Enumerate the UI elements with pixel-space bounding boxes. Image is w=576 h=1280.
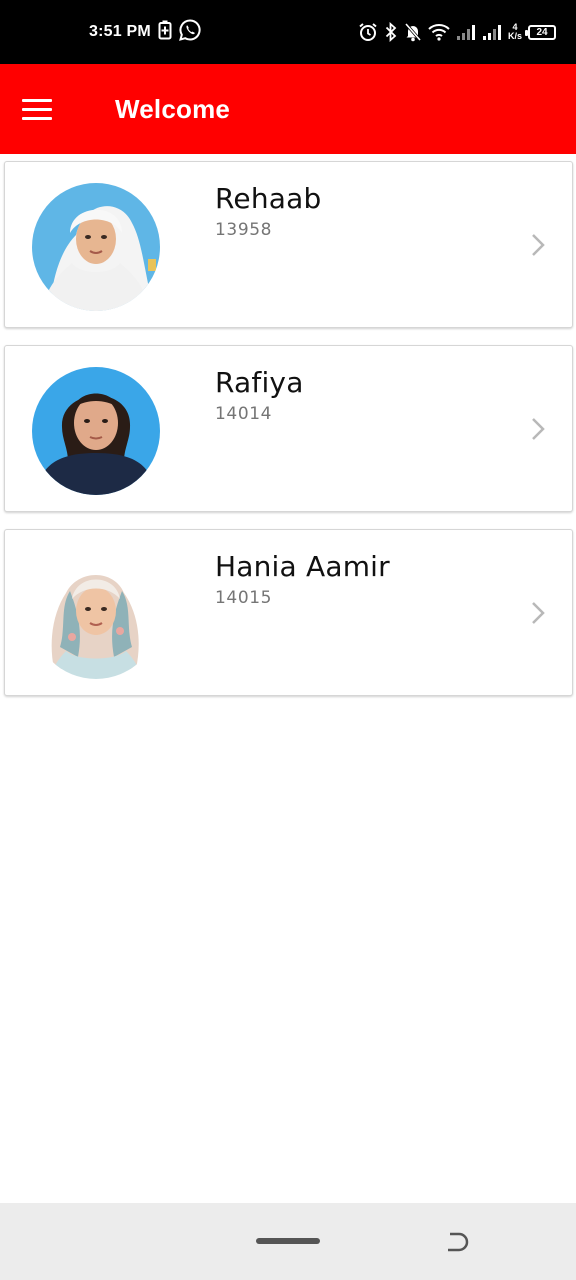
battery-level: 24 [536,26,548,38]
battery-icon: 24 [525,24,556,40]
mute-icon [404,22,422,42]
student-card[interactable]: Rehaab 13958 [4,161,573,328]
home-pill-icon[interactable] [256,1238,320,1244]
chevron-right-icon [532,602,545,624]
student-name: Rehaab [215,182,322,215]
battery-charging-icon [158,20,172,45]
back-icon[interactable] [442,1229,472,1257]
network-speed-unit: K/s [507,31,522,41]
student-name: Rafiya [215,366,304,399]
student-card[interactable]: Hania Aamir 14015 [4,529,573,696]
system-nav-bar [0,1203,576,1280]
whatsapp-icon [178,18,201,46]
student-name: Hania Aamir [215,550,390,583]
avatar [32,183,160,311]
app-screen: 3:51 PM 4 K/s 24 Welcome Rehaab 13958 Ra… [0,0,576,1280]
clock: 3:51 PM [89,23,151,40]
avatar [32,551,160,679]
student-id: 14015 [215,588,273,608]
student-card[interactable]: Rafiya 14014 [4,345,573,512]
student-id: 14014 [215,404,273,424]
chevron-right-icon [532,418,545,440]
app-bar: Welcome [0,64,576,154]
student-id: 13958 [215,220,273,240]
page-title: Welcome [115,94,231,124]
alarm-icon [358,22,378,42]
signal-icon [456,23,476,41]
hamburger-menu-icon[interactable] [22,91,58,127]
status-bar-left: 3:51 PM [89,18,201,46]
wifi-icon [428,23,450,41]
network-speed: 4 K/s [508,23,522,41]
signal-icon [482,23,502,41]
avatar [32,367,160,495]
status-bar-right: 4 K/s 24 [358,19,556,45]
bluetooth-icon [384,22,398,42]
chevron-right-icon [532,234,545,256]
status-bar: 3:51 PM 4 K/s 24 [0,0,576,64]
